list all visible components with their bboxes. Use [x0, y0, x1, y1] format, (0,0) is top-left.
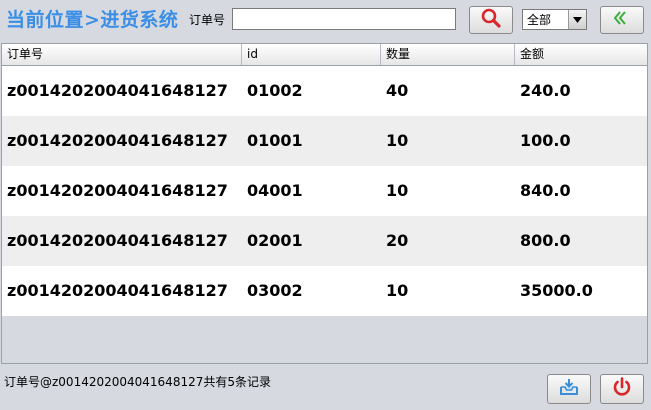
table-header: 订单号 id 数量 金额 — [2, 44, 647, 66]
cell-quantity: 20 — [386, 231, 409, 250]
table-row[interactable]: z0014202004041648127 01001 10 100.0 — [2, 116, 647, 166]
export-tray-icon — [558, 376, 580, 402]
table-row[interactable]: z0014202004041648127 02001 20 800.0 — [2, 216, 647, 266]
cell-id: 03002 — [247, 281, 303, 300]
search-button[interactable] — [469, 6, 513, 34]
cell-order-number: z0014202004041648127 — [7, 131, 228, 150]
cell-id: 02001 — [247, 231, 303, 250]
status-text: 订单号@z0014202004041648127共有5条记录 — [4, 375, 271, 389]
cell-quantity: 40 — [386, 81, 409, 100]
cell-id: 01002 — [247, 81, 303, 100]
filter-select-value: 全部 — [527, 13, 552, 27]
cell-amount: 240.0 — [520, 81, 571, 100]
power-button[interactable] — [600, 374, 644, 404]
column-header-amount[interactable]: 金额 — [515, 44, 647, 65]
cell-order-number: z0014202004041648127 — [7, 281, 228, 300]
order-number-label: 订单号 — [189, 13, 226, 27]
column-header-quantity[interactable]: 数量 — [381, 44, 515, 65]
cell-amount: 100.0 — [520, 131, 571, 150]
cell-order-number: z0014202004041648127 — [7, 181, 228, 200]
column-header-id[interactable]: id — [242, 44, 381, 65]
cell-id: 04001 — [247, 181, 303, 200]
filter-select[interactable]: 全部 — [522, 9, 587, 30]
chevron-down-icon — [568, 10, 586, 29]
cell-quantity: 10 — [386, 181, 409, 200]
search-icon — [480, 7, 502, 33]
cell-order-number: z0014202004041648127 — [7, 231, 228, 250]
export-button[interactable] — [547, 374, 591, 404]
cell-amount: 840.0 — [520, 181, 571, 200]
cell-quantity: 10 — [386, 131, 409, 150]
chevron-left-icon — [612, 10, 632, 30]
orders-table: 订单号 id 数量 金额 z0014202004041648127 01002 … — [1, 43, 648, 364]
toolbar: 当前位置>进货系统 订单号 全部 — [0, 0, 651, 40]
table-row[interactable]: z0014202004041648127 04001 10 840.0 — [2, 166, 647, 216]
cell-amount: 35000.0 — [520, 281, 593, 300]
cell-order-number: z0014202004041648127 — [7, 81, 228, 100]
column-header-order-number[interactable]: 订单号 — [2, 44, 242, 65]
power-icon — [611, 376, 633, 402]
table-row[interactable]: z0014202004041648127 01002 40 240.0 — [2, 66, 647, 116]
cell-quantity: 10 — [386, 281, 409, 300]
cell-id: 01001 — [247, 131, 303, 150]
order-number-input[interactable] — [232, 8, 456, 30]
breadcrumb: 当前位置>进货系统 — [6, 9, 179, 31]
back-button[interactable] — [600, 6, 644, 34]
table-row[interactable]: z0014202004041648127 03002 10 35000.0 — [2, 266, 647, 316]
cell-amount: 800.0 — [520, 231, 571, 250]
